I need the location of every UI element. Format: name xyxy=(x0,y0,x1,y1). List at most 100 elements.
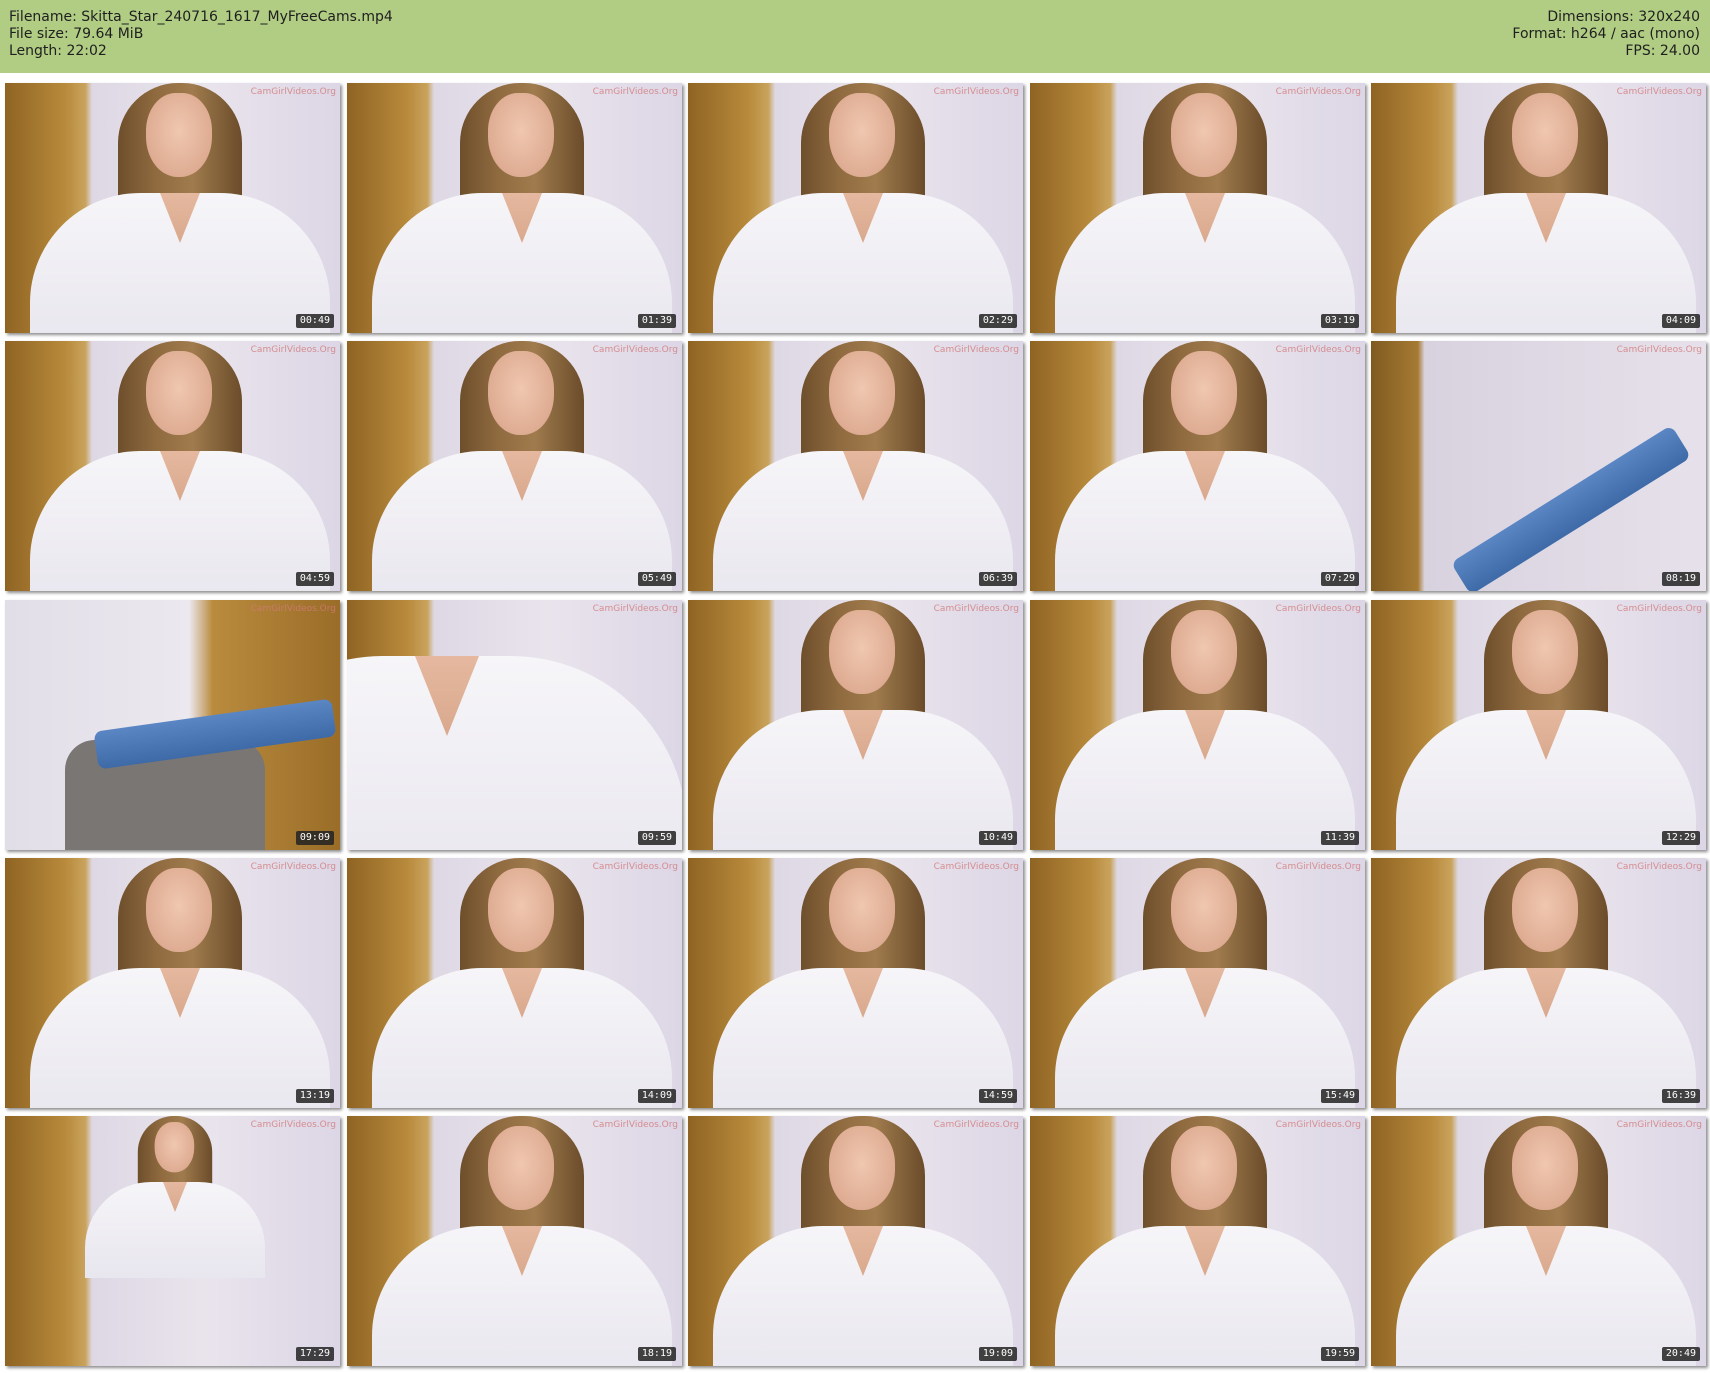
frame-figure xyxy=(372,341,672,591)
timestamp-label: 00:49 xyxy=(295,314,334,328)
frame-figure xyxy=(1396,1116,1696,1366)
watermark-text: CamGirlVideos.Org xyxy=(933,87,1019,97)
frame-figure xyxy=(1055,858,1355,1108)
watermark-text: CamGirlVideos.Org xyxy=(592,345,678,355)
frame-figure xyxy=(372,858,672,1108)
thumbnail: CamGirlVideos.Org 12:29 xyxy=(1371,600,1706,850)
frame-figure xyxy=(1055,341,1355,591)
watermark-text: CamGirlVideos.Org xyxy=(250,862,336,872)
thumbnail: CamGirlVideos.Org 14:59 xyxy=(688,858,1023,1108)
watermark-text: CamGirlVideos.Org xyxy=(933,604,1019,614)
watermark-text: CamGirlVideos.Org xyxy=(250,87,336,97)
watermark-text: CamGirlVideos.Org xyxy=(933,1120,1019,1130)
timestamp-label: 16:39 xyxy=(1661,1089,1700,1103)
timestamp-label: 02:29 xyxy=(978,314,1017,328)
thumbnail: CamGirlVideos.Org 19:09 xyxy=(688,1116,1023,1366)
timestamp-label: 05:49 xyxy=(637,572,676,586)
watermark-text: CamGirlVideos.Org xyxy=(250,604,336,614)
watermark-text: CamGirlVideos.Org xyxy=(933,345,1019,355)
timestamp-label: 09:09 xyxy=(295,831,334,845)
thumbnail: CamGirlVideos.Org 09:09 xyxy=(5,600,340,850)
thumbnail: CamGirlVideos.Org 01:39 xyxy=(347,83,682,333)
timestamp-label: 12:29 xyxy=(1661,831,1700,845)
frame-figure xyxy=(30,83,330,333)
thumbnail: CamGirlVideos.Org 03:19 xyxy=(1030,83,1365,333)
watermark-text: CamGirlVideos.Org xyxy=(1616,87,1702,97)
frame-figure xyxy=(85,1116,265,1278)
frame-figure xyxy=(372,1116,672,1366)
watermark-text: CamGirlVideos.Org xyxy=(250,345,336,355)
timestamp-label: 08:19 xyxy=(1661,572,1700,586)
thumbnail: CamGirlVideos.Org 09:59 xyxy=(347,600,682,850)
frame-figure xyxy=(347,600,682,850)
watermark-text: CamGirlVideos.Org xyxy=(1275,87,1361,97)
thumbnail: CamGirlVideos.Org 05:49 xyxy=(347,341,682,591)
timestamp-label: 06:39 xyxy=(978,572,1017,586)
thumbnail: CamGirlVideos.Org 17:29 xyxy=(5,1116,340,1366)
frame-figure xyxy=(1396,83,1696,333)
timestamp-label: 09:59 xyxy=(637,831,676,845)
frame-figure xyxy=(30,341,330,591)
watermark-text: CamGirlVideos.Org xyxy=(1275,862,1361,872)
thumbnail: CamGirlVideos.Org 11:39 xyxy=(1030,600,1365,850)
timestamp-label: 04:09 xyxy=(1661,314,1700,328)
watermark-text: CamGirlVideos.Org xyxy=(1616,862,1702,872)
thumbnail: CamGirlVideos.Org 16:39 xyxy=(1371,858,1706,1108)
thumbnail: CamGirlVideos.Org 07:29 xyxy=(1030,341,1365,591)
watermark-text: CamGirlVideos.Org xyxy=(1616,604,1702,614)
thumbnail: CamGirlVideos.Org 18:19 xyxy=(347,1116,682,1366)
watermark-text: CamGirlVideos.Org xyxy=(592,604,678,614)
watermark-text: CamGirlVideos.Org xyxy=(1275,1120,1361,1130)
watermark-text: CamGirlVideos.Org xyxy=(1275,345,1361,355)
frame-figure xyxy=(713,858,1013,1108)
watermark-text: CamGirlVideos.Org xyxy=(592,862,678,872)
timestamp-label: 19:59 xyxy=(1320,1347,1359,1361)
thumbnail: CamGirlVideos.Org 00:49 xyxy=(5,83,340,333)
watermark-text: CamGirlVideos.Org xyxy=(250,1120,336,1130)
timestamp-label: 07:29 xyxy=(1320,572,1359,586)
frame-figure xyxy=(713,83,1013,333)
timestamp-label: 03:19 xyxy=(1320,314,1359,328)
thumbnail-grid: CamGirlVideos.Org 00:49 CamGirlVideos.Org 0… xyxy=(0,0,1710,1373)
frame-figure xyxy=(713,1116,1013,1366)
thumbnail: CamGirlVideos.Org 04:59 xyxy=(5,341,340,591)
watermark-text: CamGirlVideos.Org xyxy=(592,1120,678,1130)
timestamp-label: 11:39 xyxy=(1320,831,1359,845)
timestamp-label: 14:09 xyxy=(637,1089,676,1103)
timestamp-label: 15:49 xyxy=(1320,1089,1359,1103)
timestamp-label: 01:39 xyxy=(637,314,676,328)
watermark-text: CamGirlVideos.Org xyxy=(592,87,678,97)
thumbnail: CamGirlVideos.Org 20:49 xyxy=(1371,1116,1706,1366)
frame-figure xyxy=(1055,600,1355,850)
thumbnail: CamGirlVideos.Org 04:09 xyxy=(1371,83,1706,333)
timestamp-label: 17:29 xyxy=(295,1347,334,1361)
watermark-text: CamGirlVideos.Org xyxy=(1616,345,1702,355)
frame-figure xyxy=(1055,1116,1355,1366)
watermark-text: CamGirlVideos.Org xyxy=(1616,1120,1702,1130)
frame-jeans xyxy=(1450,424,1692,591)
thumbnail: CamGirlVideos.Org 14:09 xyxy=(347,858,682,1108)
thumbnail: CamGirlVideos.Org 13:19 xyxy=(5,858,340,1108)
frame-figure xyxy=(1396,858,1696,1108)
frame-figure xyxy=(713,341,1013,591)
thumbnail: CamGirlVideos.Org 19:59 xyxy=(1030,1116,1365,1366)
timestamp-label: 04:59 xyxy=(295,572,334,586)
frame-figure xyxy=(1055,83,1355,333)
thumbnail: CamGirlVideos.Org 06:39 xyxy=(688,341,1023,591)
timestamp-label: 19:09 xyxy=(978,1347,1017,1361)
timestamp-label: 13:19 xyxy=(295,1089,334,1103)
watermark-text: CamGirlVideos.Org xyxy=(933,862,1019,872)
timestamp-label: 10:49 xyxy=(978,831,1017,845)
frame-figure xyxy=(713,600,1013,850)
frame-figure xyxy=(372,83,672,333)
timestamp-label: 14:59 xyxy=(978,1089,1017,1103)
thumbnail: CamGirlVideos.Org 10:49 xyxy=(688,600,1023,850)
thumbnail: CamGirlVideos.Org 08:19 xyxy=(1371,341,1706,591)
frame-figure xyxy=(30,858,330,1108)
timestamp-label: 18:19 xyxy=(637,1347,676,1361)
watermark-text: CamGirlVideos.Org xyxy=(1275,604,1361,614)
timestamp-label: 20:49 xyxy=(1661,1347,1700,1361)
thumbnail: CamGirlVideos.Org 02:29 xyxy=(688,83,1023,333)
frame-figure xyxy=(1396,600,1696,850)
thumbnail: CamGirlVideos.Org 15:49 xyxy=(1030,858,1365,1108)
